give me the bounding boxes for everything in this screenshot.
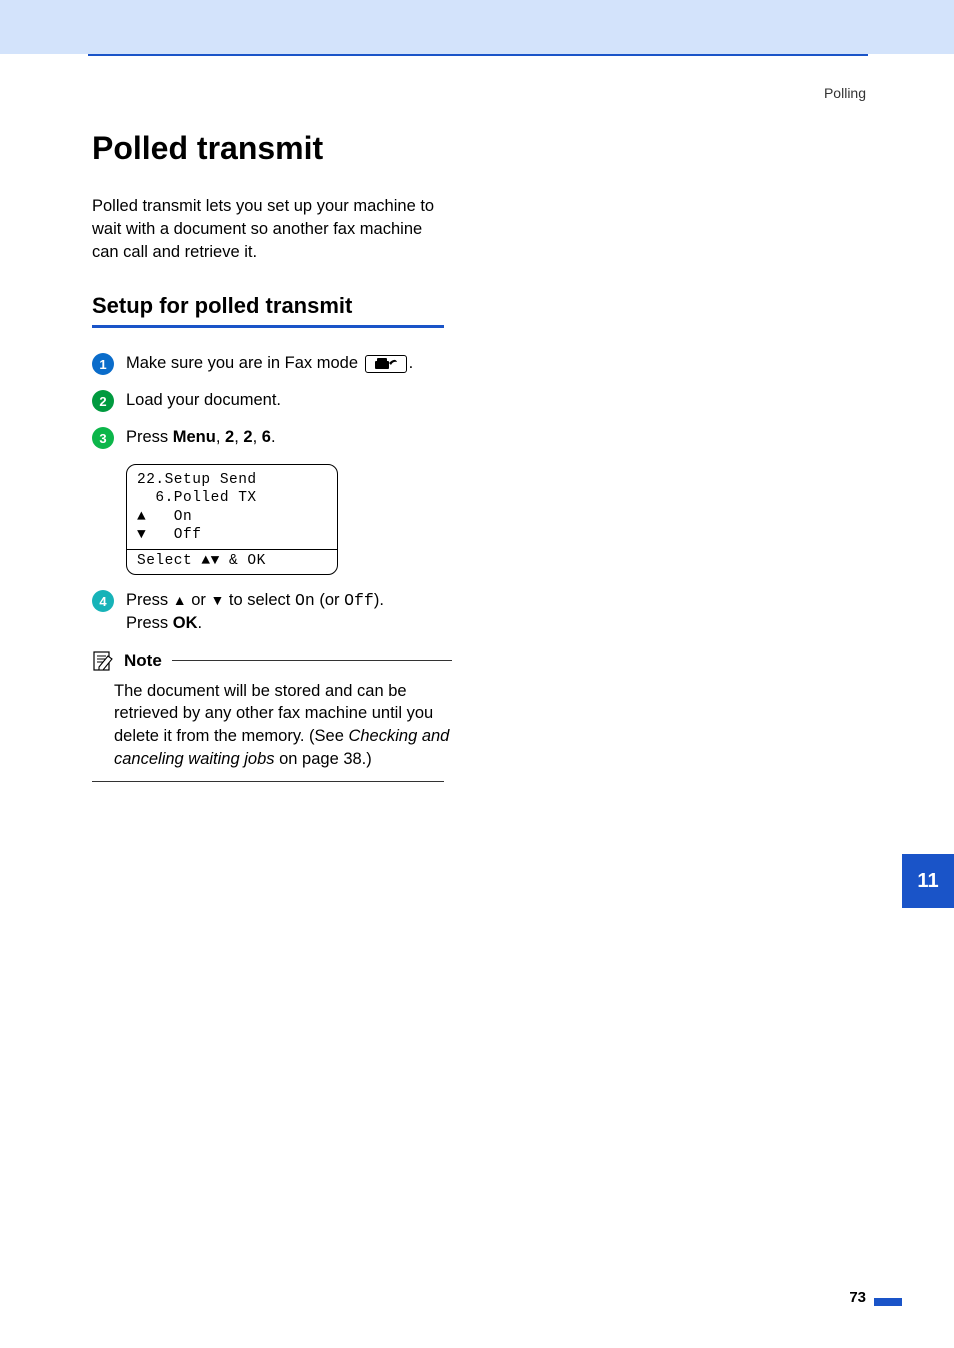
up-arrow-icon: ▲: [173, 592, 187, 608]
lcd-line-5-pre: Select: [137, 553, 201, 569]
lcd-up-arrow-icon: ▲: [137, 509, 146, 525]
note-icon: [92, 650, 114, 672]
header-section: Polling: [824, 85, 866, 101]
step-1-post: .: [409, 354, 414, 372]
lcd-line-4-text: Off: [146, 527, 201, 543]
note-body-post: on page 38.): [275, 750, 372, 768]
lcd-line-5-post: & OK: [220, 553, 266, 569]
subsection-rule: [92, 325, 444, 328]
step-4-line2b: .: [198, 614, 203, 632]
lcd-line-3: ▲ On: [137, 508, 327, 527]
step-4-pre: Press: [126, 591, 173, 609]
chapter-tab: 11: [902, 854, 954, 908]
note-label: Note: [124, 651, 162, 671]
step-4-text: Press ▲ or ▼ to select On (or Off). Pres…: [126, 589, 452, 635]
note-header-line: [172, 660, 452, 661]
lcd-down-arrow-icon: ▼: [137, 527, 146, 543]
step-3-sep1: ,: [216, 428, 225, 446]
step-bullet-3: 3: [92, 427, 114, 449]
lcd-updown-arrow-icon: ▲▼: [201, 553, 219, 569]
lcd-line-4: ▼ Off: [137, 526, 327, 545]
step-3-post: .: [271, 428, 276, 446]
step-3-k3: 6: [262, 428, 271, 446]
header-band: [0, 0, 954, 54]
step-3-sep3: ,: [253, 428, 262, 446]
lcd-divider: [127, 549, 337, 550]
step-3-k2: 2: [243, 428, 252, 446]
step-1-pre: Make sure you are in Fax mode: [126, 354, 363, 372]
step-4-mid4: ).: [374, 591, 384, 609]
lcd-line-2: 6.Polled TX: [137, 489, 327, 508]
step-3-sep2: ,: [234, 428, 243, 446]
step-4-ok: OK: [173, 614, 198, 632]
note-footer-line: [92, 781, 444, 782]
step-4-line2a: Press: [126, 614, 173, 632]
down-arrow-icon: ▼: [210, 592, 224, 608]
lcd-line-5: Select ▲▼ & OK: [137, 552, 327, 571]
step-4-off: Off: [344, 591, 374, 610]
step-bullet-2: 2: [92, 390, 114, 412]
step-3-k1: 2: [225, 428, 234, 446]
step-3-menu: Menu: [173, 428, 216, 446]
step-3-text: Press Menu, 2, 2, 6.: [126, 426, 452, 449]
intro-text: Polled transmit lets you set up your mac…: [92, 195, 452, 263]
step-2-text: Load your document.: [126, 389, 452, 412]
step-1-text: Make sure you are in Fax mode .: [126, 352, 452, 375]
fax-mode-icon: [365, 355, 407, 373]
step-bullet-1: 1: [92, 353, 114, 375]
step-1: 1 Make sure you are in Fax mode .: [92, 352, 452, 375]
note-body: The document will be stored and can be r…: [114, 680, 454, 771]
page-number: 73: [849, 1289, 866, 1306]
header-rule: [88, 54, 868, 56]
step-3: 3 Press Menu, 2, 2, 6.: [92, 426, 452, 449]
note-header: Note: [92, 650, 452, 672]
step-4-mid2: to select: [224, 591, 295, 609]
step-4-on: On: [295, 591, 315, 610]
step-2: 2 Load your document.: [92, 389, 452, 412]
step-bullet-4: 4: [92, 590, 114, 612]
page-title: Polled transmit: [92, 130, 862, 167]
page-number-bar: [874, 1298, 902, 1306]
step-3-pre: Press: [126, 428, 173, 446]
step-4: 4 Press ▲ or ▼ to select On (or Off). Pr…: [92, 589, 452, 635]
subsection-title: Setup for polled transmit: [92, 293, 862, 319]
lcd-display: 22.Setup Send 6.Polled TX ▲ On ▼ Off Sel…: [126, 464, 338, 576]
step-4-mid1: or: [187, 591, 211, 609]
step-4-mid3: (or: [315, 591, 344, 609]
lcd-line-3-text: On: [146, 509, 192, 525]
lcd-line-1: 22.Setup Send: [137, 471, 327, 490]
